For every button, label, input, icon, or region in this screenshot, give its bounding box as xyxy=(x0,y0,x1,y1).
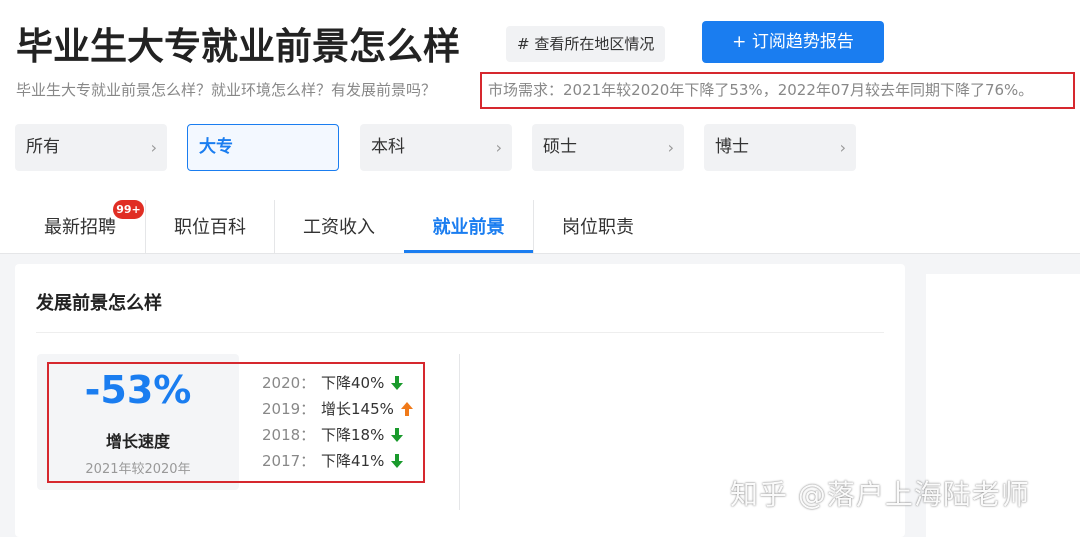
card-title: 发展前景怎么样 xyxy=(36,293,162,314)
filter-label: 本科 xyxy=(371,137,405,157)
watermark: 知乎 @落户上海陆老师 xyxy=(730,478,1030,511)
card-divider xyxy=(36,332,884,333)
filter-master[interactable]: 硕士 › xyxy=(532,124,684,171)
highlight-box xyxy=(47,362,425,483)
new-jobs-badge: 99+ xyxy=(113,200,144,219)
subscribe-report-button[interactable]: + 订阅趋势报告 xyxy=(702,21,884,63)
chevron-right-icon: › xyxy=(667,138,674,157)
tab-salary[interactable]: 工资收入 xyxy=(289,200,389,253)
filter-label: 博士 xyxy=(715,137,749,157)
filter-label: 大专 xyxy=(199,137,233,157)
card-vertical-divider xyxy=(459,354,460,510)
chevron-right-icon: › xyxy=(839,138,846,157)
tab-responsibilities[interactable]: 岗位职责 xyxy=(548,200,648,253)
tab-job-wiki[interactable]: 职位百科 xyxy=(160,200,260,253)
filter-label: 硕士 xyxy=(543,137,577,157)
page-subtitle: 毕业生大专就业前景怎么样？就业环境怎么样？有发展前景吗？ xyxy=(16,81,437,99)
tab-divider xyxy=(145,200,146,253)
content-tabs: 最新招聘 职位百科 工资收入 就业前景 岗位职责 xyxy=(0,200,1080,254)
filter-doctor[interactable]: 博士 › xyxy=(704,124,856,171)
chevron-right-icon: › xyxy=(150,138,157,157)
chevron-right-icon: › xyxy=(495,138,502,157)
market-demand-text: 市场需求：2021年较2020年下降了53%，2022年07月较去年同期下降了7… xyxy=(480,72,1075,109)
filter-bachelor[interactable]: 本科 › xyxy=(360,124,512,171)
filter-all[interactable]: 所有 › xyxy=(15,124,167,171)
view-region-button[interactable]: # 查看所在地区情况 xyxy=(506,26,666,62)
tab-divider xyxy=(533,200,534,253)
filter-label: 所有 xyxy=(26,137,60,157)
tab-employment-outlook[interactable]: 就业前景 xyxy=(404,200,533,253)
filter-associate[interactable]: 大专 xyxy=(187,124,339,171)
page-title: 毕业生大专就业前景怎么样 xyxy=(16,25,460,68)
tab-divider xyxy=(274,200,275,253)
